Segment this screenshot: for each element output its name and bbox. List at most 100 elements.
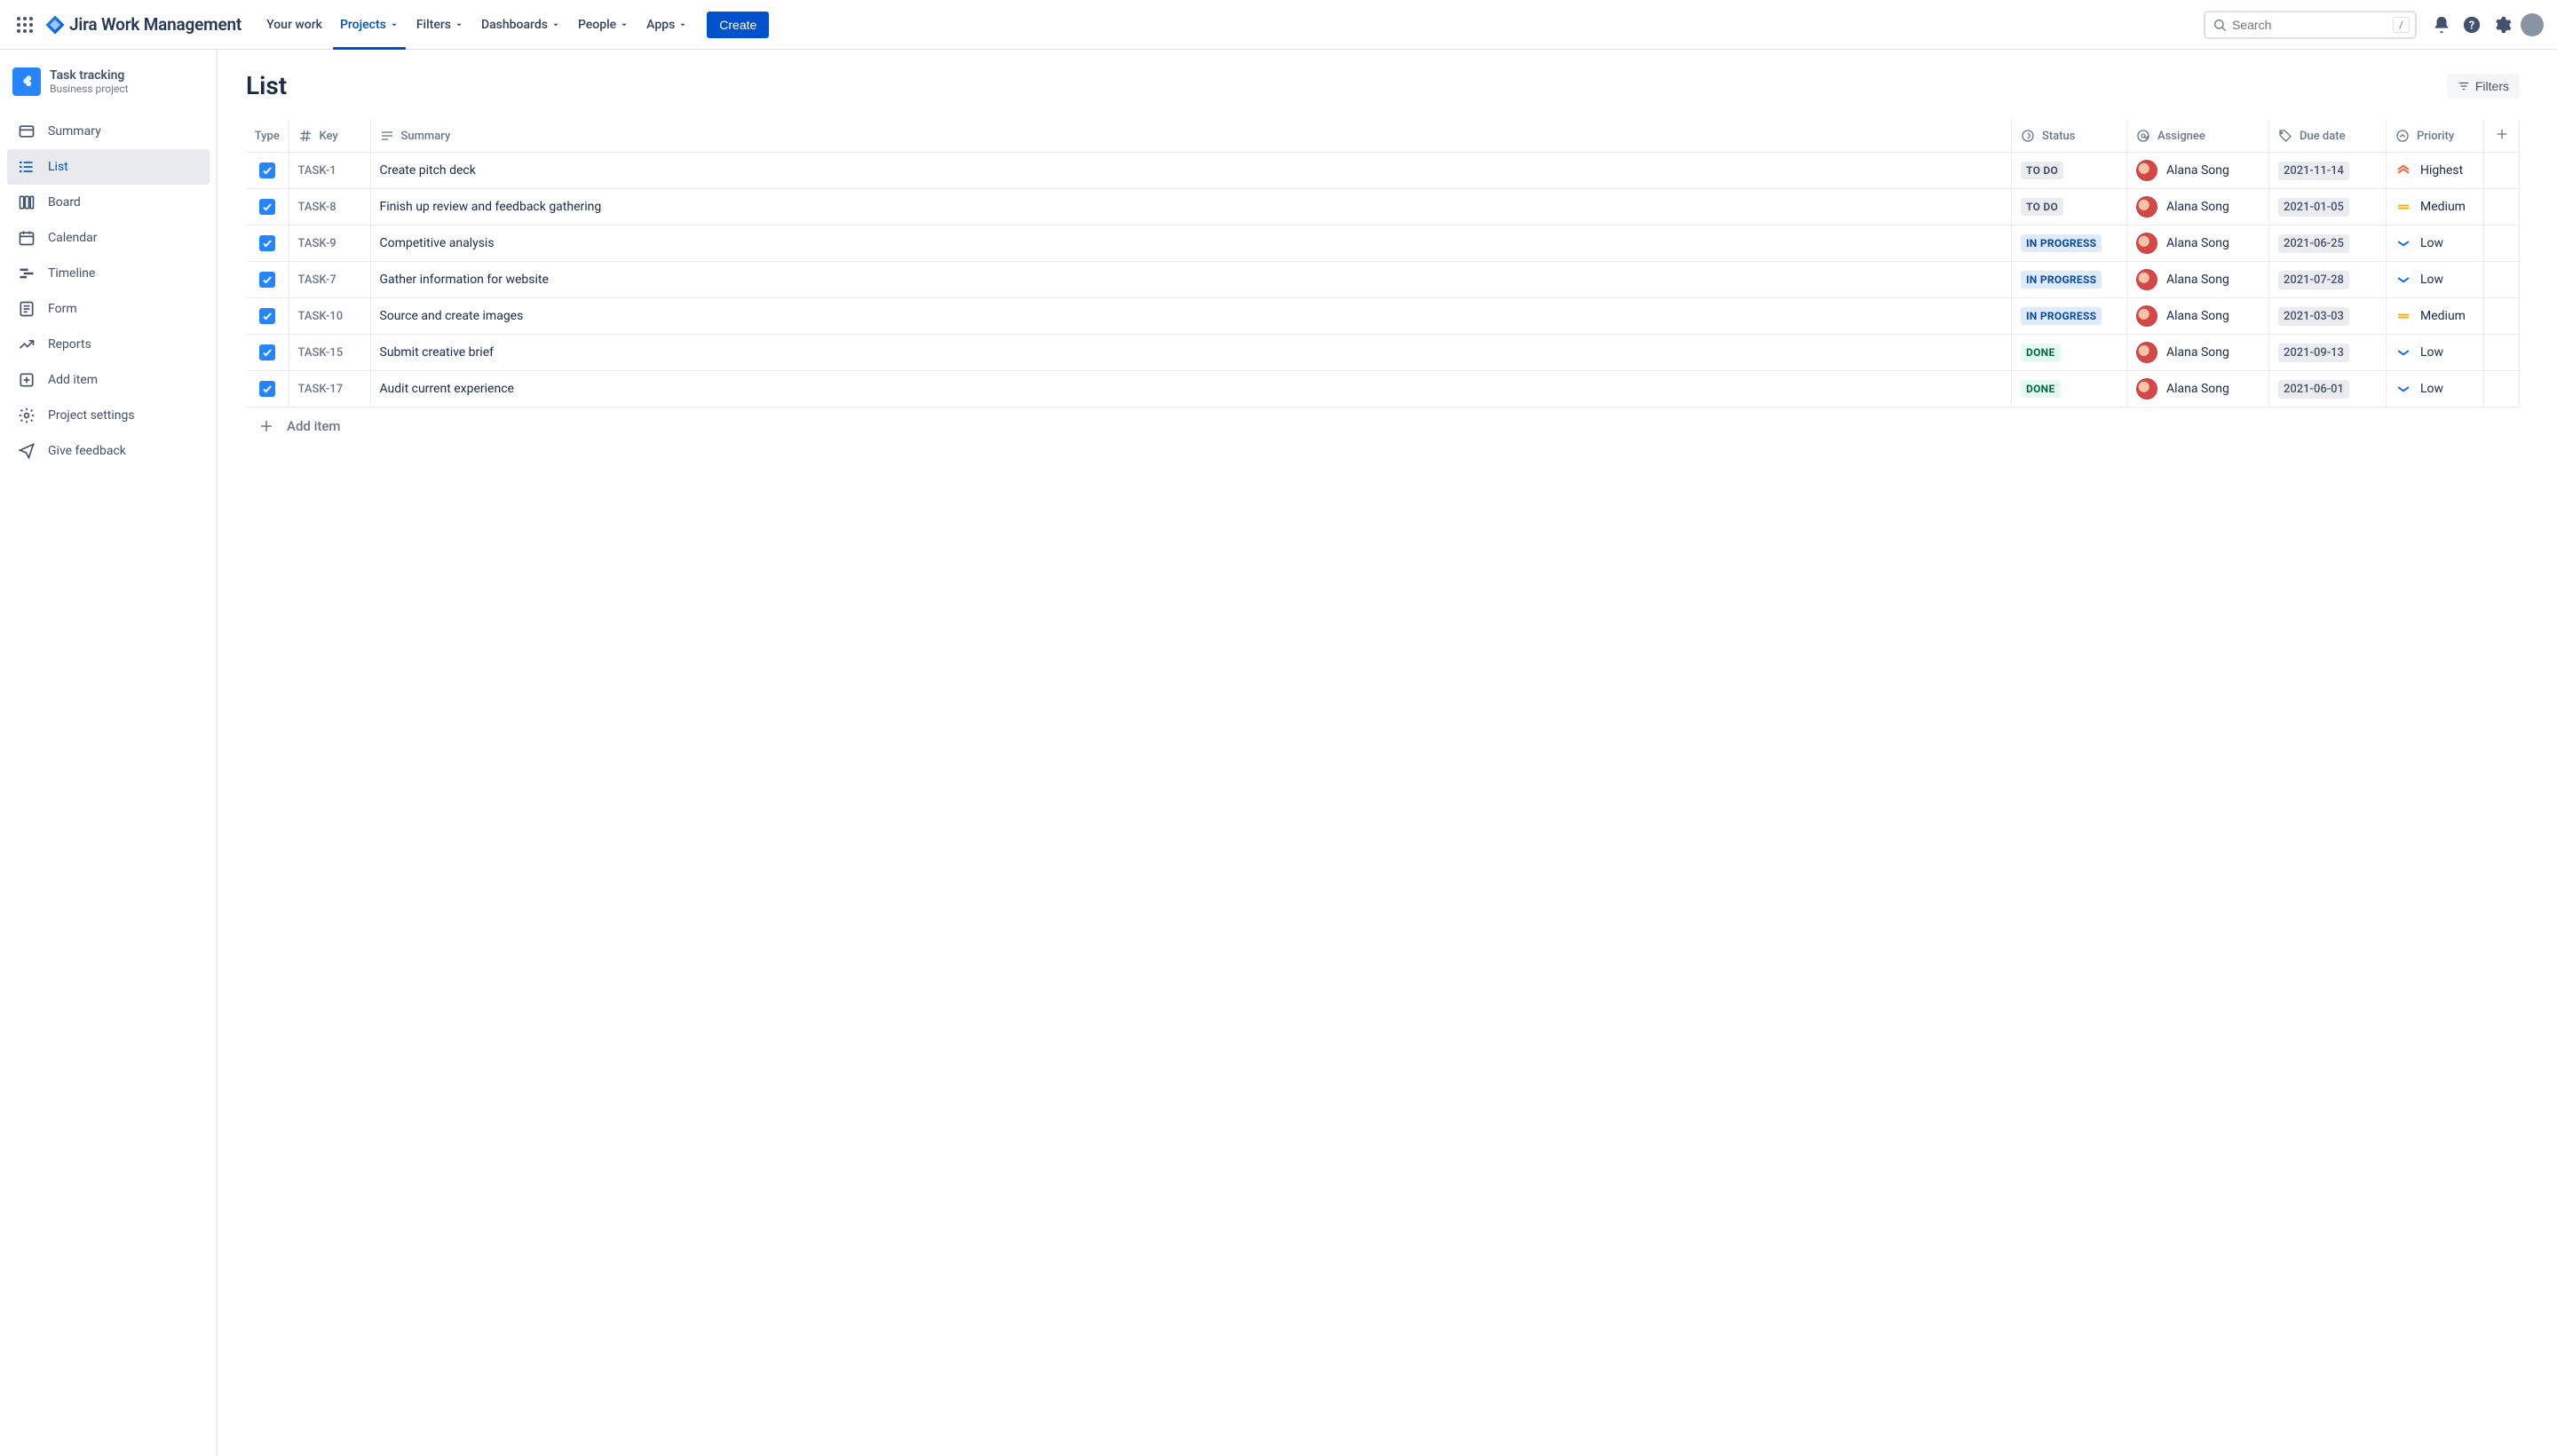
table-row[interactable]: TASK-15 Submit creative brief DONE Alana So…: [246, 335, 2520, 371]
issue-key[interactable]: TASK-7: [298, 273, 336, 287]
nav-item-dashboards[interactable]: Dashboards: [472, 0, 569, 50]
assignee-cell[interactable]: Alana Song: [2136, 196, 2260, 218]
column-assignee[interactable]: Assignee: [2127, 120, 2269, 153]
sidebar-item-add-item[interactable]: Add item: [7, 362, 210, 398]
column-duedate[interactable]: Due date: [2269, 120, 2387, 153]
chevron-down-icon: [455, 20, 463, 29]
sidebar-item-project-settings[interactable]: Project settings: [7, 398, 210, 433]
table-row[interactable]: TASK-8 Finish up review and feedback gath…: [246, 189, 2520, 226]
issue-key[interactable]: TASK-17: [298, 383, 344, 396]
filters-button[interactable]: Filters: [2447, 74, 2520, 99]
due-date-badge[interactable]: 2021-06-25: [2278, 234, 2349, 253]
due-date-badge[interactable]: 2021-01-05: [2278, 198, 2349, 217]
sidebar-item-reports[interactable]: Reports: [7, 327, 210, 362]
search-field[interactable]: /: [2204, 11, 2417, 39]
create-button[interactable]: Create: [707, 12, 769, 38]
due-date-badge[interactable]: 2021-06-01: [2278, 380, 2349, 399]
add-item-row[interactable]: Add item: [246, 408, 2520, 445]
help-icon[interactable]: ?: [2458, 11, 2486, 39]
assignee-cell[interactable]: Alana Song: [2136, 160, 2260, 181]
profile-avatar[interactable]: [2518, 11, 2546, 39]
priority-cell[interactable]: Medium: [2395, 308, 2474, 324]
sidebar-item-label: Give feedback: [48, 444, 126, 458]
status-badge[interactable]: IN PROGRESS: [2021, 307, 2102, 325]
table-row[interactable]: TASK-1 Create pitch deck TO DO Alana Song 20…: [246, 153, 2520, 189]
status-badge[interactable]: DONE: [2021, 344, 2061, 361]
reports-icon: [18, 336, 36, 353]
sidebar-item-board[interactable]: Board: [7, 185, 210, 220]
issue-key[interactable]: TASK-8: [298, 201, 336, 214]
sidebar-item-list[interactable]: List: [7, 149, 210, 185]
nav-item-apps[interactable]: Apps: [637, 0, 696, 50]
status-badge[interactable]: TO DO: [2021, 162, 2063, 179]
issue-summary[interactable]: Source and create images: [380, 309, 524, 323]
nav-label: Filters: [416, 18, 451, 32]
priority-cell[interactable]: Low: [2395, 381, 2474, 397]
assignee-cell[interactable]: Alana Song: [2136, 342, 2260, 363]
sidebar-item-timeline[interactable]: Timeline: [7, 256, 210, 291]
assignee-cell[interactable]: Alana Song: [2136, 269, 2260, 290]
nav-item-people[interactable]: People: [569, 0, 637, 50]
assignee-cell[interactable]: Alana Song: [2136, 305, 2260, 327]
nav-item-your-work[interactable]: Your work: [257, 0, 331, 50]
due-date-badge[interactable]: 2021-03-03: [2278, 307, 2349, 326]
priority-cell[interactable]: Low: [2395, 344, 2474, 360]
issue-summary[interactable]: Gather information for website: [380, 273, 549, 287]
project-avatar-icon: [12, 67, 41, 96]
column-type[interactable]: Type: [246, 120, 289, 153]
notifications-icon[interactable]: [2427, 11, 2456, 39]
product-logo[interactable]: Jira Work Management: [44, 14, 241, 36]
due-date-badge[interactable]: 2021-09-13: [2278, 344, 2349, 362]
nav-item-projects[interactable]: Projects: [331, 0, 408, 50]
column-status[interactable]: Status: [2012, 120, 2127, 153]
issue-type-icon: [259, 162, 275, 178]
issue-key[interactable]: TASK-9: [298, 237, 336, 250]
settings-icon[interactable]: [2488, 11, 2516, 39]
status-badge[interactable]: DONE: [2021, 380, 2061, 398]
sidebar-item-form[interactable]: Form: [7, 291, 210, 327]
issue-summary[interactable]: Finish up review and feedback gathering: [380, 200, 602, 214]
status-badge[interactable]: IN PROGRESS: [2021, 271, 2102, 289]
table-row[interactable]: TASK-7 Gather information for website IN P…: [246, 262, 2520, 298]
priority-label: Low: [2420, 345, 2443, 360]
plus-icon: [258, 418, 274, 434]
search-shortcut-hint: /: [2393, 17, 2410, 33]
priority-cell[interactable]: Highest: [2395, 162, 2474, 178]
assignee-cell[interactable]: Alana Song: [2136, 233, 2260, 254]
status-badge[interactable]: TO DO: [2021, 198, 2063, 216]
priority-cell[interactable]: Low: [2395, 235, 2474, 251]
sidebar-item-give-feedback[interactable]: Give feedback: [7, 433, 210, 469]
assignee-name: Alana Song: [2166, 273, 2229, 287]
issue-summary[interactable]: Create pitch deck: [380, 163, 476, 178]
issue-key[interactable]: TASK-15: [298, 346, 344, 360]
priority-cell[interactable]: Low: [2395, 272, 2474, 288]
sidebar-item-calendar[interactable]: Calendar: [7, 220, 210, 256]
assignee-cell[interactable]: Alana Song: [2136, 378, 2260, 400]
sidebar: Task tracking Business project SummaryLi…: [0, 50, 218, 1456]
due-date-badge[interactable]: 2021-11-14: [2278, 162, 2349, 180]
column-priority[interactable]: Priority: [2387, 120, 2484, 153]
nav-item-filters[interactable]: Filters: [408, 0, 472, 50]
project-header[interactable]: Task tracking Business project: [0, 67, 217, 114]
app-switcher-icon[interactable]: [11, 11, 39, 39]
status-badge[interactable]: IN PROGRESS: [2021, 234, 2102, 252]
issue-summary[interactable]: Audit current experience: [380, 382, 514, 396]
priority-cell[interactable]: Medium: [2395, 199, 2474, 215]
search-input[interactable]: [2232, 18, 2393, 32]
text-icon: [380, 129, 394, 143]
priority-label: Low: [2420, 273, 2443, 287]
issue-summary[interactable]: Submit creative brief: [380, 345, 494, 360]
issue-key[interactable]: TASK-1: [298, 164, 336, 178]
add-column-button[interactable]: [2484, 120, 2520, 153]
column-key[interactable]: Key: [289, 120, 370, 153]
project-name: Task tracking: [50, 68, 129, 83]
sidebar-item-summary[interactable]: Summary: [7, 114, 210, 149]
column-summary[interactable]: Summary: [370, 120, 2012, 153]
due-date-badge[interactable]: 2021-07-28: [2278, 271, 2349, 289]
table-row[interactable]: TASK-9 Competitive analysis IN PROGRESS Ala…: [246, 226, 2520, 262]
issue-key[interactable]: TASK-10: [298, 310, 344, 323]
assignee-avatar-icon: [2136, 196, 2157, 218]
table-row[interactable]: TASK-10 Source and create images IN PROGRE…: [246, 298, 2520, 335]
table-row[interactable]: TASK-17 Audit current experience DONE Alana…: [246, 371, 2520, 408]
issue-summary[interactable]: Competitive analysis: [380, 236, 495, 250]
